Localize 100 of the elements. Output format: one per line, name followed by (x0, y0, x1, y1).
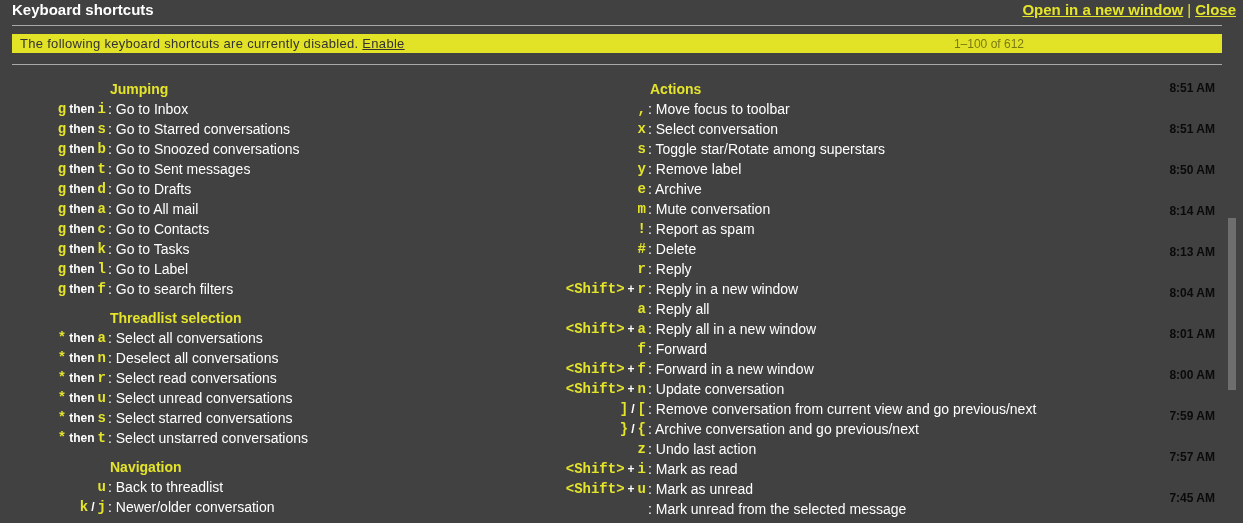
shortcut-key: f (637, 341, 646, 357)
key-connector: + (627, 482, 635, 496)
shortcut-key: s (97, 121, 106, 137)
dialog-title: Keyboard shortcuts (12, 0, 154, 18)
shortcut-description: : Toggle star/Rotate among superstars (647, 140, 886, 159)
shortcut-description: : Back to threadlist (107, 478, 224, 497)
banner-text: The following keyboard shortcuts are currently disabled. Enable (20, 36, 405, 51)
shortcut-key: z (637, 441, 646, 457)
shortcut-key: u (97, 390, 106, 406)
shortcut-key: <Shift> (565, 481, 625, 497)
shortcut-key: r (637, 281, 646, 297)
shortcut-description: : Go to search filters (107, 280, 234, 299)
shortcut-key: g (57, 141, 67, 157)
key-connector: / (631, 422, 635, 436)
shortcut-key: g (57, 161, 67, 177)
shortcut-key: g (57, 121, 67, 137)
shortcut-key: s (637, 141, 646, 157)
shortcut-key: k (79, 499, 89, 515)
key-connector: / (631, 402, 635, 416)
key-connector: then (69, 182, 95, 196)
shortcut-description: : Select read conversations (107, 369, 277, 388)
shortcut-key: d (97, 181, 106, 197)
shortcut-key: <Shift> (565, 381, 625, 397)
shortcut-description: : Reply all (647, 300, 710, 319)
key-connector: then (69, 282, 95, 296)
email-time: 7:59 AM (1169, 408, 1215, 425)
shortcut-key: { (637, 421, 646, 437)
shortcut-key: a (637, 301, 646, 317)
key-connector: then (69, 122, 95, 136)
shortcut-key: t (97, 161, 106, 177)
shortcut-description: : Archive conversation and go previous/next (647, 420, 919, 439)
shortcut-key: g (57, 201, 67, 217)
shortcut-key: u (637, 481, 646, 497)
shortcut-key: j (97, 499, 106, 515)
shortcut-description: : Go to Inbox (107, 100, 189, 119)
key-connector: / (91, 500, 95, 514)
key-connector: then (69, 222, 95, 236)
shortcut-description: : Go to Tasks (107, 240, 190, 259)
shortcut-key: # (637, 241, 646, 257)
shortcut-description: : Go to Starred conversations (107, 120, 291, 139)
shortcut-key: l (97, 261, 106, 277)
shortcut-key: i (637, 461, 646, 477)
shortcut-description: : Remove label (647, 160, 742, 179)
key-connector: + (627, 462, 635, 476)
page-range: 1–100 of 612 (953, 36, 1024, 51)
shortcut-key: g (57, 281, 67, 297)
shortcut-key: g (57, 181, 67, 197)
section-heading: Threadlist selection (109, 309, 242, 328)
shortcut-description: : Select conversation (647, 120, 778, 139)
shortcut-key: m (637, 201, 646, 217)
shortcut-key: a (637, 321, 646, 337)
shortcut-description: : Go to Contacts (107, 220, 210, 239)
key-connector: + (627, 382, 635, 396)
shortcut-description: : Reply all in a new window (647, 320, 817, 339)
shortcut-key: f (637, 361, 646, 377)
shortcut-description: : Select unstarred conversations (107, 429, 308, 448)
shortcut-key: n (637, 381, 646, 397)
shortcut-description: : Select starred conversations (107, 409, 293, 428)
shortcut-key: b (97, 141, 106, 157)
shortcut-key: e (637, 181, 646, 197)
header-link[interactable]: Open in a new window (1022, 0, 1184, 18)
key-connector: then (69, 331, 95, 345)
shortcut-key: t (97, 430, 106, 446)
shortcut-key: r (637, 261, 646, 277)
shortcut-key: * (57, 430, 67, 446)
shortcut-description: : Report as spam (647, 220, 755, 239)
shortcut-key: g (57, 221, 67, 237)
shortcut-key: y (637, 161, 646, 177)
shortcut-description: : Go to Sent messages (107, 160, 251, 179)
enable-link[interactable]: Enable (362, 36, 405, 51)
shortcut-key: * (57, 350, 67, 366)
section-heading: Navigation (109, 458, 182, 477)
email-time: 7:45 AM (1169, 490, 1215, 507)
shortcut-key: g (57, 101, 67, 117)
shortcut-key: n (97, 350, 106, 366)
header-link[interactable]: Close (1195, 0, 1236, 18)
shortcut-description: : Update conversation (647, 380, 785, 399)
section-heading: Actions (649, 80, 702, 99)
key-connector: then (69, 242, 95, 256)
email-time: 8:00 AM (1169, 367, 1215, 384)
shortcut-key: } (619, 421, 629, 437)
shortcut-description: : Remove conversation from current view and go previous/next (647, 400, 1037, 419)
shortcut-description: : Deselect all conversations (107, 349, 279, 368)
shortcut-description: : Undo last action (647, 440, 757, 459)
key-connector: + (627, 322, 635, 336)
shortcut-description: : Forward (647, 340, 708, 359)
key-connector: + (627, 282, 635, 296)
section-heading: Jumping (109, 80, 169, 99)
shortcut-key: i (97, 101, 106, 117)
shortcut-key: <Shift> (565, 321, 625, 337)
key-connector: + (627, 362, 635, 376)
shortcut-description: : Reply in a new window (647, 280, 799, 299)
shortcut-description: : Newer/older conversation (107, 498, 275, 517)
shortcut-description: : Forward in a new window (647, 360, 814, 379)
shortcut-key: , (637, 101, 646, 117)
shortcut-description: : Mark as unread (647, 480, 754, 499)
shortcut-key: * (57, 330, 67, 346)
scrollbar[interactable] (1228, 218, 1236, 390)
shortcut-description: : Mute conversation (647, 200, 771, 219)
shortcut-key: * (57, 410, 67, 426)
